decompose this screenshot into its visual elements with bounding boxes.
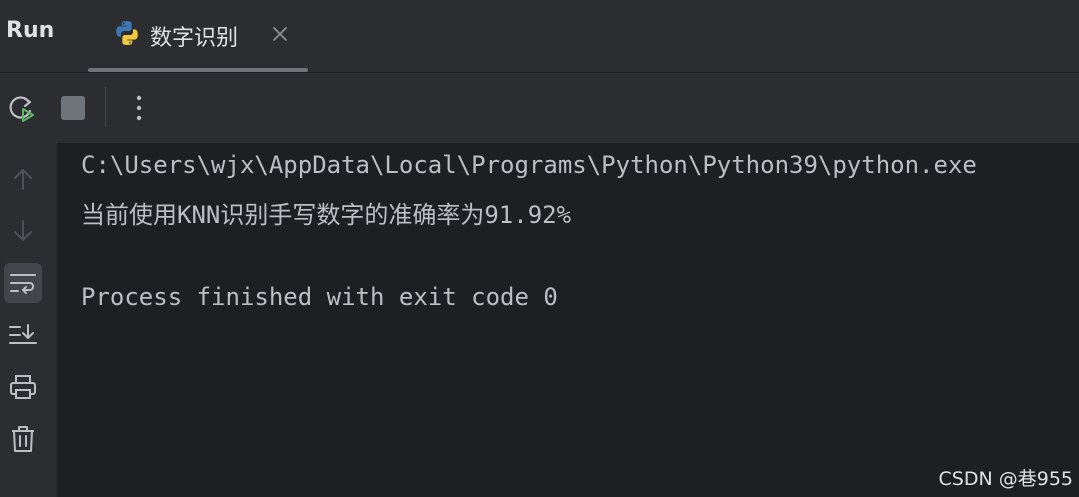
- console-line: 当前使用KNN识别手写数字的准确率为91.92%: [81, 201, 572, 229]
- more-vertical-icon[interactable]: [122, 91, 156, 125]
- scroll-up-button[interactable]: [4, 159, 42, 199]
- toolbar-separator: [105, 87, 106, 127]
- run-toolbar: [0, 73, 1079, 143]
- soft-wrap-button[interactable]: [4, 263, 42, 303]
- rerun-icon[interactable]: [4, 91, 38, 125]
- tab-label: 数字识别: [150, 26, 239, 51]
- clear-button[interactable]: [4, 419, 42, 459]
- trash-icon: [12, 426, 34, 452]
- watermark: CSDN @巷955: [938, 468, 1073, 490]
- tab-run-configuration[interactable]: 数字识别: [88, 0, 308, 72]
- scroll-to-end-icon: [9, 324, 37, 344]
- console-line: Process finished with exit code 0: [81, 283, 558, 311]
- close-icon[interactable]: [268, 22, 292, 46]
- tool-window-title: Run: [6, 18, 55, 43]
- scroll-to-end-button[interactable]: [4, 315, 42, 355]
- console-side-toolbar: [0, 143, 57, 497]
- arrow-down-icon: [14, 220, 32, 241]
- run-tool-window: Run 数字识别 C:\Users\wjx\AppData\Local\Prog…: [0, 0, 1079, 497]
- active-tab-indicator: [88, 68, 308, 72]
- print-icon: [10, 375, 36, 399]
- soft-wrap-icon: [10, 274, 36, 294]
- scroll-down-button[interactable]: [4, 211, 42, 251]
- console-line: C:\Users\wjx\AppData\Local\Programs\Pyth…: [81, 151, 977, 179]
- run-header: Run 数字识别: [0, 0, 1079, 73]
- stop-icon[interactable]: [56, 91, 90, 125]
- print-button[interactable]: [4, 367, 42, 407]
- arrow-up-icon: [14, 169, 32, 190]
- python-icon: [116, 21, 138, 45]
- console-output[interactable]: C:\Users\wjx\AppData\Local\Programs\Pyth…: [57, 143, 1079, 497]
